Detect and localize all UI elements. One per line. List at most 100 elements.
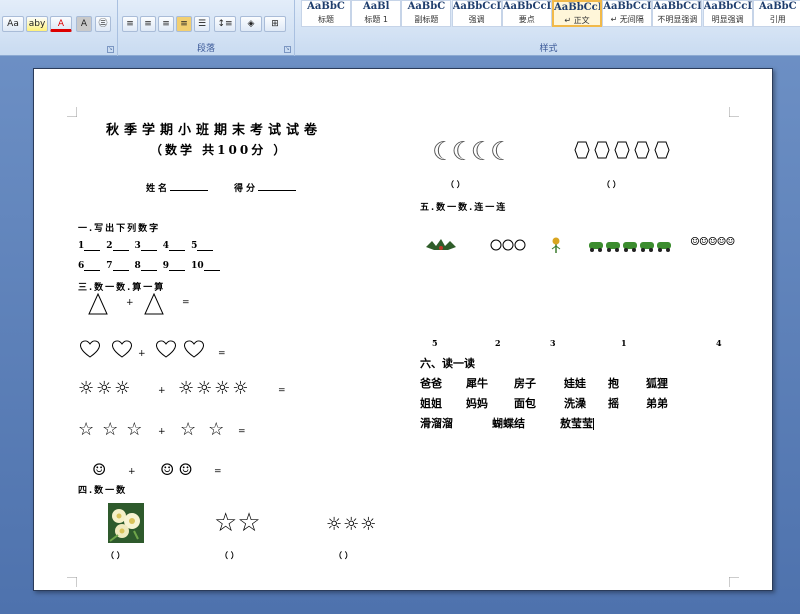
plus-sign: + [138,349,146,359]
smiley-icon: ☺ [178,460,197,479]
paragraph-group: ≡ ≡ ≡ ≡ ☰ ↕≡ ◈ ⊞ 段落 ↘ [118,0,295,56]
star-icon: ☆ [214,508,238,538]
smiley-icon: ☺ [92,460,107,479]
style-sample: AaBbCcD [502,1,551,12]
section5-heading: 五.数一数.连一连 [420,203,508,213]
document-subtitle: （数学 共100分 ） [150,143,289,157]
star-icon: ☆ [78,419,103,440]
connect-number: 1 [621,338,627,348]
heart-icon [80,340,100,358]
style-name: 引用 [769,15,786,24]
paragraph-dialog-launcher[interactable]: ↘ [284,46,291,53]
plus-sign: + [158,386,166,396]
moon-icon: ☾ [451,137,474,167]
smiley-icon: ☺ [716,235,727,248]
enclose-characters-button[interactable]: ㊂ [95,16,111,32]
change-case-button[interactable]: Aa [2,16,24,32]
sun-group-1: ☼☼☼ [78,379,132,399]
style-tile[interactable]: AaBbCcDt ↵ 正文 [552,0,602,27]
text-cursor [593,418,594,430]
font-color-button[interactable]: A [50,16,72,32]
style-name: 副标题 [414,15,439,24]
smiley-icon: ☺ [725,235,736,248]
score-label: 得分 [234,184,259,194]
sun-icon: ☼ [214,378,233,399]
font-dialog-launcher[interactable]: ↘ [107,46,114,53]
plus-sign: + [128,467,136,477]
hexagon-icon [614,141,630,159]
justify-button[interactable]: ≡ [176,16,192,32]
sun-icon: ☼ [326,514,344,535]
section6-heading: 六、读一读 [420,357,475,370]
style-tile[interactable]: AaBbCcD 要点 [501,0,552,27]
distributed-button[interactable]: ☰ [194,16,210,32]
score-field: 得分 [234,181,297,194]
style-sample: AaBbCcDt [603,1,651,12]
moon-icon: ☾ [489,137,513,167]
style-sample: AaBbC [407,1,446,12]
hexagon-icon [634,141,650,159]
hexagon-icon [574,141,590,159]
style-name: 不明显强调 [657,15,698,24]
character-shading-button[interactable]: A [76,16,92,32]
answer-paren: （ ） [602,179,621,189]
style-tile[interactable]: AaBbC 副标题 [401,0,452,27]
style-name: 强调 [468,15,485,24]
answer-paren: （ ） [446,179,465,189]
connect-number: 5 [432,338,438,348]
number-row-1: 12345 [78,241,219,251]
align-right-button[interactable]: ≡ [158,16,174,32]
circle-group [490,239,526,251]
sun-icon: ☼ [178,378,197,399]
heart-icon [156,340,176,358]
name-label: 姓名 [146,184,171,194]
sun-icon: ☼ [343,514,361,535]
style-tile[interactable]: AaBbCcDt 强调 [451,0,502,27]
corner-mark-top-right [729,107,739,117]
hexagon-icon [594,141,610,159]
style-name: 标题 1 [364,15,388,24]
heart-icon [184,340,204,358]
style-tile[interactable]: AaBbC 标题 [301,0,351,27]
style-sample: AaBbCcDt [653,1,701,12]
section1-heading: 一.写出下列数字 [78,224,161,234]
paragraph-group-label: 段落 [196,44,215,54]
align-left-button[interactable]: ≡ [122,16,138,32]
style-sample: AaBbC [758,1,797,12]
document-page[interactable]: 秋季学期小班期末考试试卷 （数学 共100分 ） 姓名 得分 一.写出下列数字 … [33,68,773,591]
align-center-button[interactable]: ≡ [140,16,156,32]
shading-button[interactable]: ◈ [240,16,262,32]
document-area: 秋季学期小班期末考试试卷 （数学 共100分 ） 姓名 得分 一.写出下列数字 … [0,56,800,614]
borders-button[interactable]: ⊞ [264,16,286,32]
section3-heading: 三.数一数.算一算 [78,283,166,293]
style-name: ↵ 无间隔 [610,15,644,24]
style-name: ↵ 正文 [564,16,590,25]
read-row-1: 爸爸 犀牛 房子 娃娃抱狐狸 [420,377,668,390]
sun-icon: ☼ [78,378,97,399]
connect-number: 3 [550,338,556,348]
style-tile[interactable]: AaBbCcDt 不明显强调 [652,0,703,27]
moon-group: ☾☾☾☾ [432,137,513,167]
sun-icon: ☼ [114,378,133,399]
section4-heading: 四.数一数 [78,486,128,496]
sun-icon: ☼ [96,378,115,399]
corner-mark-bottom-right [729,577,739,587]
equals-sign: = [214,467,222,477]
smiley-icon: ☺ [707,235,718,248]
flower-icon [551,237,561,253]
style-name: 要点 [518,15,535,24]
answer-paren: （ ） [334,550,353,560]
style-tile[interactable]: AaBbC 引用 [752,0,800,27]
star-icon: ☆ [208,419,237,440]
smiley-icon: ☺ [698,235,709,248]
triangle-icon [88,293,108,315]
style-tile[interactable]: AaBbCcDt 明显强调 [702,0,753,27]
style-sample: AaBbCcDt [452,1,501,12]
line-spacing-button[interactable]: ↕≡ [214,16,236,32]
style-sample: AaBbCcDt [703,1,752,12]
style-tile[interactable]: AaBl 标题 1 [351,0,402,27]
style-tile[interactable]: AaBbCcDt ↵ 无间隔 [602,0,653,27]
star-group-3: ☆☆ [214,509,261,537]
text-highlight-button[interactable]: aby [26,16,48,32]
equals-sign: = [182,298,190,308]
